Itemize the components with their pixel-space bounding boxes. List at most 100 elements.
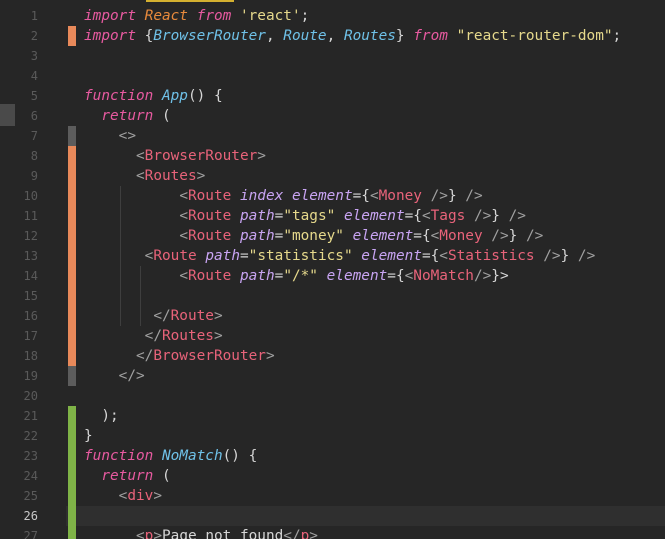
code-line[interactable]: function NoMatch() { <box>84 446 257 466</box>
code-token: </ <box>135 348 154 364</box>
vcs-fold-marker[interactable] <box>68 366 76 386</box>
code-line[interactable]: </> <box>84 366 145 386</box>
line-number: 25 <box>23 489 38 503</box>
code-token: < <box>179 268 188 284</box>
line-number: 9 <box>30 169 38 183</box>
code-token: { <box>135 28 154 44</box>
code-token: Tags <box>430 208 466 224</box>
code-line[interactable]: <Route path="money" element={<Money />} … <box>84 226 543 246</box>
code-token: < <box>430 228 440 244</box>
code-line[interactable]: <p>Page not found</p> <box>84 526 318 539</box>
code-token: /> <box>543 248 561 264</box>
code-token: < <box>421 208 431 224</box>
code-token: div <box>127 488 154 504</box>
code-token: }> <box>491 268 509 284</box>
code-line[interactable]: <Route index element={<Money />} /> <box>84 186 482 206</box>
code-line[interactable]: <Route path="statistics" element={<Stati… <box>84 246 596 266</box>
line-number-gutter: 1 2 3 4 5 6 7 8 9 10 11 12 13 14 15 16 17 18 19 20 21 22 23 24 2… <box>0 0 66 539</box>
code-token: App <box>161 88 188 104</box>
code-token: import <box>84 28 136 44</box>
code-line[interactable]: return ( <box>84 466 170 486</box>
code-token: "react-router-dom" <box>456 28 613 44</box>
code-token: } <box>560 248 578 264</box>
code-line[interactable]: ); <box>84 406 118 426</box>
code-token: function <box>84 448 154 464</box>
code-token: function <box>84 88 154 104</box>
indent-guide <box>140 266 141 326</box>
code-token: > <box>153 488 162 504</box>
code-token: import <box>84 8 136 24</box>
indent-guide <box>120 186 121 326</box>
code-line[interactable]: <> <box>84 126 136 146</box>
current-line-highlight <box>66 506 665 526</box>
vcs-fold-marker[interactable] <box>68 126 76 146</box>
line-number: 24 <box>23 469 38 483</box>
line-number: 13 <box>23 249 38 263</box>
code-token: > <box>213 308 223 324</box>
code-line[interactable]: <Routes> <box>84 166 205 186</box>
code-token: ={ <box>352 188 370 204</box>
code-token: 'react' <box>239 8 301 24</box>
code-token: } <box>508 228 526 244</box>
code-token: path <box>239 208 275 224</box>
line-number: 21 <box>23 409 38 423</box>
code-line[interactable]: import {BrowserRouter, Route, Routes} fr… <box>84 26 621 46</box>
code-token: Route <box>187 228 232 244</box>
code-token: BrowserRouter <box>144 148 258 164</box>
code-line[interactable]: </Routes> <box>84 326 223 346</box>
code-editor[interactable]: 1 2 3 4 5 6 7 8 9 10 11 12 13 14 15 16 17 18 19 20 21 22 23 24 2… <box>0 0 665 539</box>
vcs-modified-marker[interactable] <box>68 26 76 46</box>
code-token: "money" <box>283 228 344 244</box>
code-line[interactable]: </BrowserRouter> <box>84 346 275 366</box>
line-number: 1 <box>30 9 38 23</box>
code-token: ={ <box>387 268 405 284</box>
code-token: return <box>101 468 154 484</box>
code-token: Routes <box>343 28 396 44</box>
code-token: () { <box>187 88 223 104</box>
line-number: 4 <box>30 69 38 83</box>
code-token: element <box>326 268 388 284</box>
line-number: 15 <box>23 289 38 303</box>
code-line[interactable]: <BrowserRouter> <box>84 146 266 166</box>
code-token: index <box>239 188 284 204</box>
code-line[interactable]: <Route path="tags" element={<Tags />} /> <box>84 206 526 226</box>
code-line[interactable]: import React from 'react'; <box>84 6 309 26</box>
code-token: Route <box>187 268 232 284</box>
code-token: "tags" <box>283 208 336 224</box>
line-number: 3 <box>30 49 38 63</box>
code-line[interactable]: function App() { <box>84 86 223 106</box>
code-line[interactable]: return ( <box>84 106 170 126</box>
code-token: > <box>153 528 162 539</box>
code-token: "/*" <box>283 268 318 284</box>
code-token: </> <box>118 368 145 384</box>
code-line[interactable]: <Route path="/*" element={<NoMatch/>}> <box>84 266 509 286</box>
code-line[interactable]: <div> <box>84 486 162 506</box>
code-token: > <box>309 528 318 539</box>
code-token: React <box>144 8 188 24</box>
vcs-added-marker[interactable] <box>68 406 76 539</box>
vcs-modified-marker[interactable] <box>68 146 76 366</box>
line-number: 2 <box>30 29 38 43</box>
code-line[interactable]: } <box>84 426 93 446</box>
code-token: element <box>361 248 422 264</box>
code-line[interactable]: </Route> <box>84 306 223 326</box>
code-token: } <box>447 188 466 204</box>
code-token: BrowserRouter <box>153 28 266 44</box>
line-number: 26 <box>23 509 38 523</box>
line-number: 20 <box>23 389 38 403</box>
code-token: ={ <box>404 208 422 224</box>
